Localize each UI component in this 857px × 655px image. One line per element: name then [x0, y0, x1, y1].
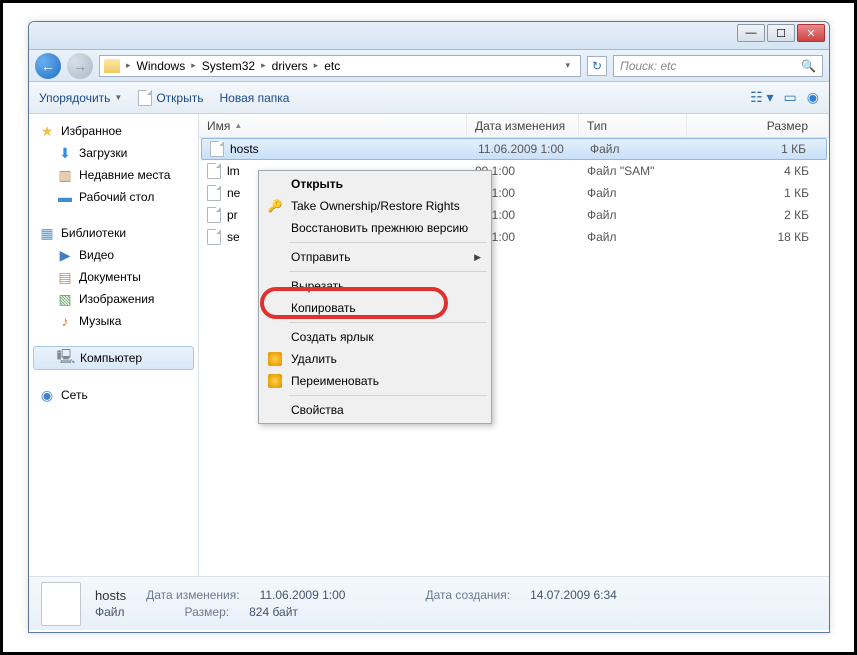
sidebar-network[interactable]: ◉Сеть	[29, 384, 198, 406]
star-icon: ★	[39, 123, 55, 139]
forward-button[interactable]: →	[67, 53, 93, 79]
chevron-right-icon[interactable]: ▸	[314, 60, 319, 71]
breadcrumb-item[interactable]: Windows	[133, 59, 190, 73]
sidebar-documents[interactable]: ▤Документы	[29, 266, 198, 288]
context-menu: Открыть 🔑Take Ownership/Restore Rights В…	[258, 170, 492, 424]
sidebar-music[interactable]: ♪Музыка	[29, 310, 198, 332]
file-icon	[210, 141, 224, 157]
file-thumbnail	[41, 582, 81, 626]
column-type[interactable]: Тип	[579, 114, 687, 137]
file-icon	[138, 90, 152, 106]
desktop-icon: ▬	[57, 189, 73, 205]
file-icon	[207, 207, 221, 223]
sidebar-recent[interactable]: ▥Недавние места	[29, 164, 198, 186]
sidebar-downloads[interactable]: ⬇Загрузки	[29, 142, 198, 164]
breadcrumb-item[interactable]: etc	[320, 59, 344, 73]
sidebar-computer[interactable]: 🖳Компьютер	[33, 346, 194, 370]
ctx-create-shortcut[interactable]: Создать ярлык	[261, 326, 489, 348]
separator	[289, 322, 487, 323]
sort-indicator-icon: ▲	[234, 121, 242, 130]
shield-icon	[267, 351, 283, 367]
file-icon	[207, 185, 221, 201]
separator	[289, 242, 487, 243]
back-button[interactable]: ←	[35, 53, 61, 79]
titlebar[interactable]: — ☐ ✕	[29, 22, 829, 50]
ctx-take-ownership[interactable]: 🔑Take Ownership/Restore Rights	[261, 195, 489, 217]
separator	[289, 271, 487, 272]
minimize-button[interactable]: —	[737, 24, 765, 42]
search-placeholder: Поиск: etc	[620, 59, 676, 73]
shield-icon	[267, 373, 283, 389]
folder-icon	[104, 59, 120, 73]
chevron-right-icon[interactable]: ▸	[126, 60, 131, 71]
column-name[interactable]: Имя▲	[199, 114, 467, 137]
sidebar-desktop[interactable]: ▬Рабочий стол	[29, 186, 198, 208]
close-button[interactable]: ✕	[797, 24, 825, 42]
chevron-right-icon[interactable]: ▸	[191, 60, 196, 71]
status-bar: hosts Дата изменения: 11.06.2009 1:00 Да…	[29, 576, 829, 630]
ctx-properties[interactable]: Свойства	[261, 399, 489, 421]
document-icon: ▤	[57, 269, 73, 285]
organize-button[interactable]: Упорядочить ▼	[39, 91, 122, 105]
refresh-button[interactable]: ↻	[587, 56, 607, 76]
toolbar: Упорядочить ▼ Открыть Новая папка ☷ ▾ ▭ …	[29, 82, 829, 114]
file-icon	[207, 229, 221, 245]
search-input[interactable]: Поиск: etc 🔍	[613, 55, 823, 77]
separator	[289, 395, 487, 396]
music-icon: ♪	[57, 313, 73, 329]
ctx-send-to[interactable]: Отправить▶	[261, 246, 489, 268]
ctx-rename[interactable]: Переименовать	[261, 370, 489, 392]
chevron-right-icon[interactable]: ▸	[261, 60, 266, 71]
ctx-restore[interactable]: Восстановить прежнюю версию	[261, 217, 489, 239]
column-date[interactable]: Дата изменения	[467, 114, 579, 137]
maximize-button[interactable]: ☐	[767, 24, 795, 42]
sidebar-pictures[interactable]: ▧Изображения	[29, 288, 198, 310]
help-icon[interactable]: ◉	[807, 89, 819, 106]
libraries-group[interactable]: ▦Библиотеки	[29, 222, 198, 244]
breadcrumb-item[interactable]: drivers	[268, 59, 312, 73]
search-icon: 🔍	[801, 59, 816, 73]
nav-bar: ← → ▸ Windows ▸ System32 ▸ drivers ▸ etc…	[29, 50, 829, 82]
file-icon	[207, 163, 221, 179]
file-row[interactable]: hosts 11.06.2009 1:00 Файл 1 КБ	[201, 138, 827, 160]
sidebar-video[interactable]: ▶Видео	[29, 244, 198, 266]
chevron-down-icon[interactable]: ▾	[559, 60, 576, 71]
address-bar[interactable]: ▸ Windows ▸ System32 ▸ drivers ▸ etc ▾	[99, 55, 581, 77]
open-button[interactable]: Открыть	[138, 90, 203, 106]
ctx-delete[interactable]: Удалить	[261, 348, 489, 370]
column-headers: Имя▲ Дата изменения Тип Размер	[199, 114, 829, 138]
ctx-cut[interactable]: Вырезать	[261, 275, 489, 297]
video-icon: ▶	[57, 247, 73, 263]
ctx-open[interactable]: Открыть	[261, 173, 489, 195]
favorites-group[interactable]: ★Избранное	[29, 120, 198, 142]
column-size[interactable]: Размер	[687, 114, 829, 137]
chevron-right-icon: ▶	[474, 252, 481, 263]
ctx-copy[interactable]: Копировать	[261, 297, 489, 319]
computer-icon: 🖳	[58, 350, 74, 366]
library-icon: ▦	[39, 225, 55, 241]
view-options-icon[interactable]: ☷ ▾	[750, 89, 773, 106]
preview-pane-icon[interactable]: ▭	[784, 89, 797, 106]
recent-icon: ▥	[57, 167, 73, 183]
new-folder-button[interactable]: Новая папка	[219, 91, 289, 105]
network-icon: ◉	[39, 387, 55, 403]
download-icon: ⬇	[57, 145, 73, 161]
ownership-icon: 🔑	[267, 198, 283, 214]
breadcrumb-item[interactable]: System32	[198, 59, 259, 73]
image-icon: ▧	[57, 291, 73, 307]
status-filename: hosts	[95, 588, 126, 603]
navigation-pane: ★Избранное ⬇Загрузки ▥Недавние места ▬Ра…	[29, 114, 199, 576]
